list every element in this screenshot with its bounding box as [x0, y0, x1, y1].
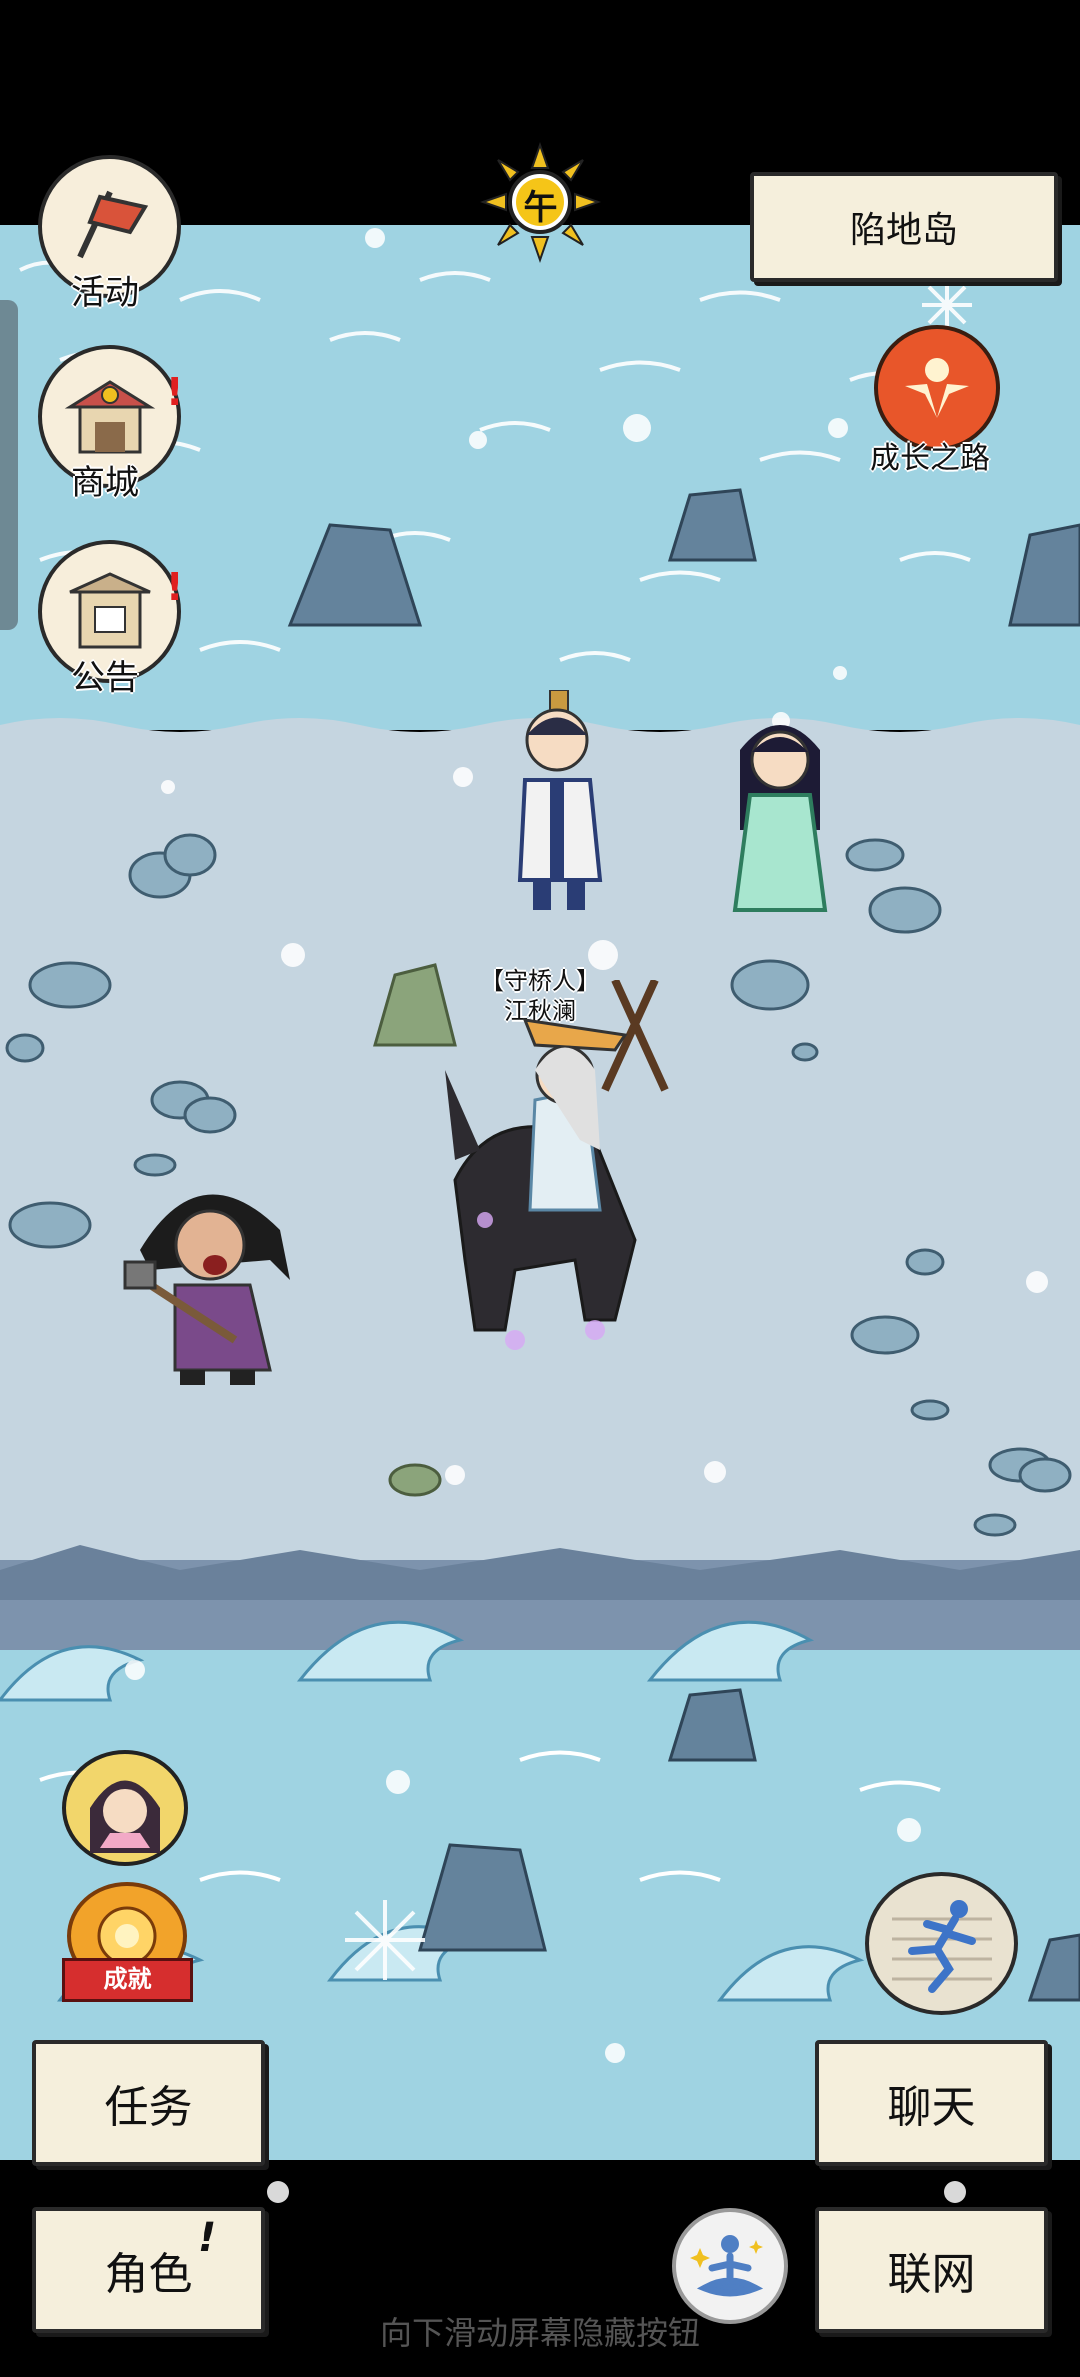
time-of-day-label: 午: [523, 188, 558, 228]
meditate-button[interactable]: [672, 2208, 788, 2324]
avatar: [62, 1750, 188, 1866]
meditation-icon: [690, 2235, 764, 2297]
hide-buttons-hint: 向下滑动屏幕隐藏按钮: [379, 2314, 700, 2352]
growth-path-button[interactable]: 成长之路: [862, 325, 1012, 485]
side-drawer-handle[interactable]: [0, 300, 18, 630]
character-alert-icon: !: [198, 2215, 217, 2261]
shop-label: 商城: [71, 463, 139, 503]
companion-avatar-button[interactable]: [62, 1750, 192, 1870]
npc-wild-warrior[interactable]: [120, 1170, 305, 1390]
character-label: 角色: [104, 2249, 193, 2300]
npc-bridge-keeper-on-horse[interactable]: [425, 978, 685, 1370]
achievement-button[interactable]: 成就: [62, 1882, 197, 2002]
shop-button[interactable]: ! 商城: [38, 345, 188, 505]
game-scene[interactable]: 午 陷地岛 活动 ! 商城 ! 公告 成长之路 【守桥人】 江秋澜 成就 任务 …: [0, 0, 1080, 2377]
activity-button[interactable]: 活动: [38, 155, 188, 315]
achievement-label: 成就: [103, 1965, 152, 1993]
task-button[interactable]: 任务: [32, 2040, 265, 2166]
npc-swordsman[interactable]: [495, 689, 625, 920]
network-label: 联网: [887, 2249, 976, 2300]
location-name: 陷地岛: [849, 210, 958, 251]
growth-path-label: 成长之路: [870, 441, 990, 476]
chat-button[interactable]: 聊天: [815, 2040, 1048, 2166]
run-button[interactable]: [865, 1872, 1018, 2015]
notice-label: 公告: [71, 658, 139, 698]
time-of-day-sun: 午: [478, 140, 603, 265]
running-figure-icon: [891, 1899, 992, 1993]
achievement-ribbon: 成就: [62, 1958, 193, 2002]
notice-button[interactable]: ! 公告: [38, 540, 188, 700]
task-label: 任务: [104, 2082, 193, 2133]
notice-alert-icon: !: [166, 565, 184, 609]
shop-alert-icon: !: [166, 370, 184, 414]
npc-lady-green[interactable]: [725, 710, 835, 920]
activity-label: 活动: [71, 273, 139, 313]
location-name-plate: 陷地岛: [750, 172, 1058, 282]
chat-label: 聊天: [887, 2082, 976, 2133]
